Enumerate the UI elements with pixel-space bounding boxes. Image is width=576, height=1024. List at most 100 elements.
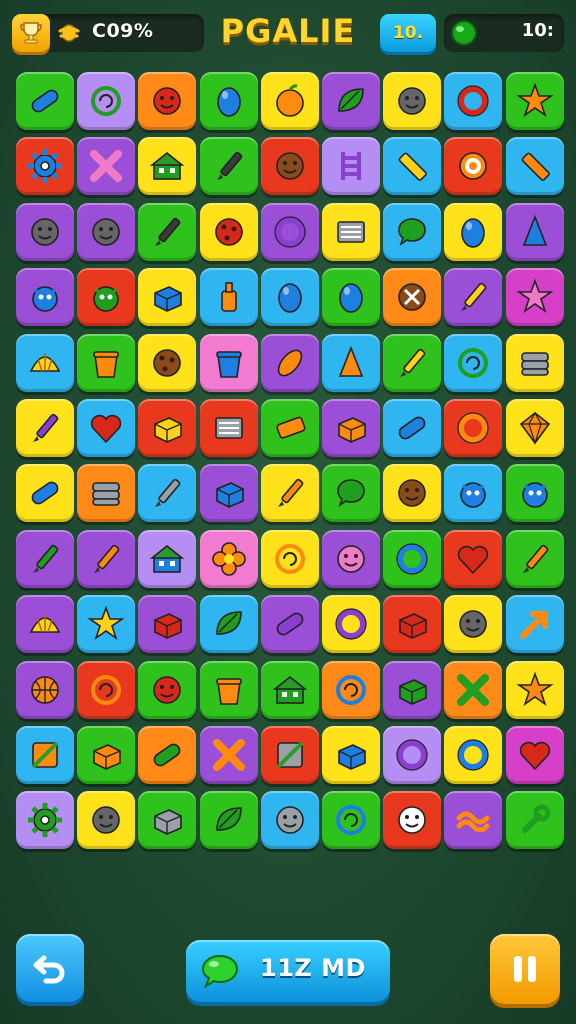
game-tile[interactable]	[383, 268, 442, 327]
game-tile[interactable]	[16, 726, 74, 784]
game-tile[interactable]	[322, 726, 380, 784]
game-tile[interactable]	[260, 464, 319, 523]
game-tile[interactable]	[260, 268, 319, 327]
game-tile[interactable]	[444, 660, 503, 719]
game-tile[interactable]	[16, 202, 74, 261]
game-tile[interactable]	[444, 464, 503, 523]
game-tile[interactable]	[77, 726, 136, 784]
game-tile[interactable]	[383, 333, 442, 392]
game-tile[interactable]	[77, 791, 136, 850]
game-tile[interactable]	[383, 72, 442, 130]
game-tile[interactable]	[444, 529, 503, 588]
game-tile[interactable]	[260, 595, 319, 654]
game-tile[interactable]	[77, 660, 136, 719]
game-tile[interactable]	[260, 202, 319, 261]
game-tile[interactable]	[199, 72, 258, 130]
game-tile[interactable]	[77, 202, 136, 261]
game-tile[interactable]	[260, 72, 319, 130]
game-tile[interactable]	[444, 595, 503, 654]
game-tile[interactable]	[444, 137, 503, 196]
game-tile[interactable]	[16, 137, 74, 196]
game-tile[interactable]	[16, 464, 74, 523]
game-tile[interactable]	[505, 595, 564, 654]
game-tile[interactable]	[260, 333, 319, 392]
game-tile[interactable]	[138, 464, 197, 523]
game-tile[interactable]	[383, 399, 442, 457]
game-tile[interactable]	[138, 791, 197, 850]
game-tile[interactable]	[77, 464, 136, 523]
game-tile[interactable]	[322, 202, 380, 261]
game-tile[interactable]	[505, 399, 564, 457]
game-tile[interactable]	[322, 333, 380, 392]
game-tile[interactable]	[322, 660, 380, 719]
game-tile[interactable]	[383, 464, 442, 523]
game-tile[interactable]	[505, 726, 564, 784]
game-tile[interactable]	[322, 268, 380, 327]
game-tile[interactable]	[16, 268, 74, 327]
game-tile[interactable]	[77, 268, 136, 327]
game-tile[interactable]	[16, 72, 74, 130]
game-tile[interactable]	[260, 660, 319, 719]
pause-button[interactable]	[490, 934, 560, 1004]
game-tile[interactable]	[505, 202, 564, 261]
game-tile[interactable]	[138, 202, 197, 261]
game-tile[interactable]	[138, 660, 197, 719]
game-tile[interactable]	[322, 791, 380, 850]
game-tile[interactable]	[16, 595, 74, 654]
game-tile[interactable]	[77, 137, 136, 196]
game-tile[interactable]	[199, 202, 258, 261]
level-badge[interactable]: 10.	[380, 14, 436, 52]
game-tile[interactable]	[505, 529, 564, 588]
game-tile[interactable]	[77, 595, 136, 654]
game-tile[interactable]	[505, 333, 564, 392]
game-tile[interactable]	[383, 791, 442, 850]
game-tile[interactable]	[383, 595, 442, 654]
game-tile[interactable]	[199, 399, 258, 457]
game-tile[interactable]	[138, 72, 197, 130]
game-tile[interactable]	[199, 660, 258, 719]
game-tile[interactable]	[505, 137, 564, 196]
game-tile[interactable]	[322, 399, 380, 457]
game-tile[interactable]	[383, 726, 442, 784]
game-tile[interactable]	[199, 595, 258, 654]
game-tile[interactable]	[444, 399, 503, 457]
game-tile[interactable]	[505, 464, 564, 523]
game-tile[interactable]	[138, 399, 197, 457]
game-tile[interactable]	[322, 529, 380, 588]
game-tile[interactable]	[199, 333, 258, 392]
game-tile[interactable]	[199, 268, 258, 327]
game-tile[interactable]	[505, 660, 564, 719]
game-tile[interactable]	[383, 660, 442, 719]
game-tile[interactable]	[444, 333, 503, 392]
game-tile[interactable]	[16, 529, 74, 588]
game-tile[interactable]	[16, 333, 74, 392]
game-tile[interactable]	[138, 333, 197, 392]
game-tile[interactable]	[260, 791, 319, 850]
game-tile[interactable]	[444, 72, 503, 130]
game-tile[interactable]	[505, 791, 564, 850]
game-tile[interactable]	[77, 529, 136, 588]
game-tile[interactable]	[138, 268, 197, 327]
game-tile[interactable]	[505, 268, 564, 327]
undo-button[interactable]	[16, 934, 84, 1002]
game-tile[interactable]	[444, 268, 503, 327]
game-tile[interactable]	[138, 529, 197, 588]
game-tile[interactable]	[138, 137, 197, 196]
game-tile[interactable]	[199, 137, 258, 196]
game-tile[interactable]	[383, 529, 442, 588]
game-tile[interactable]	[322, 137, 380, 196]
game-tile[interactable]	[322, 464, 380, 523]
game-tile[interactable]	[444, 726, 503, 784]
game-tile[interactable]	[199, 791, 258, 850]
game-tile[interactable]	[16, 660, 74, 719]
game-tile[interactable]	[16, 399, 74, 457]
game-tile[interactable]	[199, 726, 258, 784]
game-tile[interactable]	[322, 595, 380, 654]
game-tile[interactable]	[138, 595, 197, 654]
game-tile[interactable]	[444, 202, 503, 261]
game-tile[interactable]	[138, 726, 197, 784]
game-tile[interactable]	[260, 399, 319, 457]
game-tile[interactable]	[505, 72, 564, 130]
game-tile[interactable]	[383, 137, 442, 196]
game-tile[interactable]	[260, 137, 319, 196]
